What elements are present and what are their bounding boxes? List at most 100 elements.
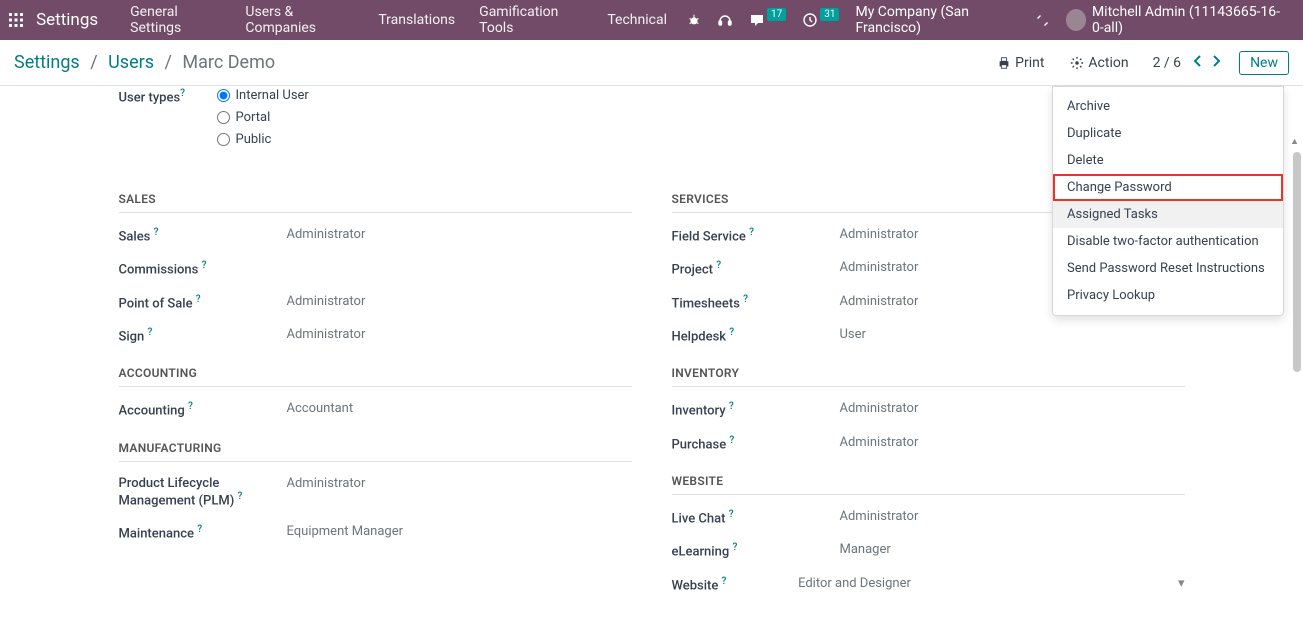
help-icon[interactable]: ? — [729, 435, 734, 446]
field-value[interactable]: Administrator — [840, 507, 919, 524]
field-label: Website ? — [672, 574, 799, 593]
help-icon[interactable]: ? — [743, 294, 748, 305]
pager-next-icon[interactable] — [1207, 55, 1225, 71]
opt-internal-user[interactable]: Internal User — [217, 88, 309, 103]
help-icon[interactable]: ? — [729, 401, 734, 412]
action-send-pwd-reset[interactable]: Send Password Reset Instructions — [1053, 255, 1283, 282]
field-row: Live Chat ?Administrator — [672, 507, 1185, 526]
help-icon[interactable]: ? — [202, 260, 207, 271]
apps-icon[interactable] — [8, 11, 24, 29]
field-row: Helpdesk ?User — [672, 325, 1185, 344]
action-button[interactable]: Action — [1062, 51, 1136, 75]
breadcrumb-current: Marc Demo — [182, 52, 275, 73]
help-icon[interactable]: ? — [180, 88, 185, 99]
field-row: Sales ?Administrator — [119, 225, 632, 244]
breadcrumb-settings[interactable]: Settings — [14, 52, 80, 73]
pager-count[interactable]: 2 / 6 — [1153, 55, 1181, 71]
user-name: Mitchell Admin (11143665-16-0-all) — [1092, 4, 1287, 36]
help-icon[interactable]: ? — [749, 227, 754, 238]
action-duplicate[interactable]: Duplicate — [1053, 120, 1283, 147]
brand-title[interactable]: Settings — [36, 10, 98, 30]
field-value[interactable]: Administrator — [287, 325, 366, 342]
activities-icon[interactable]: 31 — [794, 12, 847, 28]
help-icon[interactable]: ? — [732, 542, 737, 553]
help-icon[interactable]: ? — [238, 491, 243, 502]
action-assigned-tasks[interactable]: Assigned Tasks — [1053, 201, 1283, 228]
field-label: Purchase ? — [672, 433, 840, 452]
chevron-down-icon[interactable]: ▾ — [1178, 576, 1185, 591]
print-button[interactable]: Print — [989, 51, 1052, 75]
support-icon[interactable] — [709, 12, 741, 28]
help-icon[interactable]: ? — [197, 524, 202, 535]
field-value[interactable]: Accountant — [287, 399, 354, 416]
help-icon[interactable]: ? — [722, 576, 727, 587]
field-label: Commissions ? — [119, 258, 287, 277]
field-label: Live Chat ? — [672, 507, 840, 526]
debug-icon[interactable] — [679, 13, 709, 27]
radio-internal[interactable] — [217, 89, 230, 102]
breadcrumb-users[interactable]: Users — [108, 52, 154, 73]
pager-prev-icon[interactable] — [1189, 55, 1207, 71]
user-menu[interactable]: Mitchell Admin (11143665-16-0-all) — [1058, 4, 1295, 36]
field-value[interactable]: Administrator — [840, 258, 919, 275]
field-value[interactable]: User — [840, 325, 866, 342]
field-row: Maintenance ?Equipment Manager — [119, 522, 632, 541]
messages-badge: 17 — [767, 8, 786, 21]
field-label: Sign ? — [119, 325, 287, 344]
company-switcher[interactable]: My Company (San Francisco) — [847, 4, 1026, 36]
opt-public[interactable]: Public — [217, 132, 309, 147]
radio-public[interactable] — [217, 133, 230, 146]
section-title: SALES — [119, 184, 632, 213]
field-value[interactable]: Equipment Manager — [287, 522, 404, 539]
field-label: Helpdesk ? — [672, 325, 840, 344]
field-row: Website ?Editor and Designer▾ — [672, 574, 1185, 593]
field-row: Purchase ?Administrator — [672, 433, 1185, 452]
field-value[interactable]: Administrator — [840, 292, 919, 309]
user-types-label: User types? — [119, 88, 211, 154]
action-privacy-lookup[interactable]: Privacy Lookup — [1053, 282, 1283, 309]
menu-translations[interactable]: Translations — [366, 12, 467, 28]
field-label: Point of Sale ? — [119, 292, 287, 311]
help-icon[interactable]: ? — [729, 509, 734, 520]
content: Archive Duplicate Delete Change Password… — [0, 86, 1303, 627]
section-title: INVENTORY — [672, 358, 1185, 387]
menu-gamification[interactable]: Gamification Tools — [467, 4, 595, 36]
field-label: Timesheets ? — [672, 292, 840, 311]
field-value[interactable]: Administrator — [287, 225, 366, 242]
scroll-up-icon[interactable]: ▲ — [1290, 136, 1299, 147]
help-icon[interactable]: ? — [196, 294, 201, 305]
field-value[interactable]: Manager — [840, 540, 891, 557]
menu-users-companies[interactable]: Users & Companies — [233, 4, 366, 36]
opt-portal[interactable]: Portal — [217, 110, 309, 125]
radio-portal[interactable] — [217, 111, 230, 124]
section-title: ACCOUNTING — [119, 358, 632, 387]
new-button[interactable]: New — [1239, 51, 1289, 75]
scrollbar[interactable]: ▲ — [1287, 132, 1303, 627]
action-delete[interactable]: Delete — [1053, 147, 1283, 174]
field-value[interactable]: Administrator — [287, 474, 366, 491]
field-value[interactable]: Administrator — [287, 292, 366, 309]
scroll-thumb[interactable] — [1293, 152, 1301, 372]
field-row: Inventory ?Administrator — [672, 399, 1185, 418]
field-value[interactable]: Administrator — [840, 225, 919, 242]
section-title: WEBSITE — [672, 466, 1185, 495]
help-icon[interactable]: ? — [148, 327, 153, 338]
action-change-password[interactable]: Change Password — [1053, 174, 1283, 201]
menu-technical[interactable]: Technical — [595, 12, 679, 28]
action-disable-2fa[interactable]: Disable two-factor authentication — [1053, 228, 1283, 255]
action-dropdown: Archive Duplicate Delete Change Password… — [1052, 86, 1284, 316]
help-icon[interactable]: ? — [729, 327, 734, 338]
field-value[interactable]: Administrator — [840, 399, 919, 416]
help-icon[interactable]: ? — [188, 401, 193, 412]
menu-general-settings[interactable]: General Settings — [118, 4, 233, 36]
field-label: Maintenance ? — [119, 522, 287, 541]
field-value[interactable]: Administrator — [840, 433, 919, 450]
help-icon[interactable]: ? — [154, 227, 159, 238]
settings-icon[interactable] — [1026, 12, 1058, 28]
action-archive[interactable]: Archive — [1053, 93, 1283, 120]
field-row: Accounting ?Accountant — [119, 399, 632, 418]
help-icon[interactable]: ? — [716, 260, 721, 271]
pager: 2 / 6 — [1145, 55, 1225, 71]
messages-icon[interactable]: 17 — [741, 12, 794, 28]
field-value[interactable]: Editor and Designer▾ — [798, 574, 1184, 591]
